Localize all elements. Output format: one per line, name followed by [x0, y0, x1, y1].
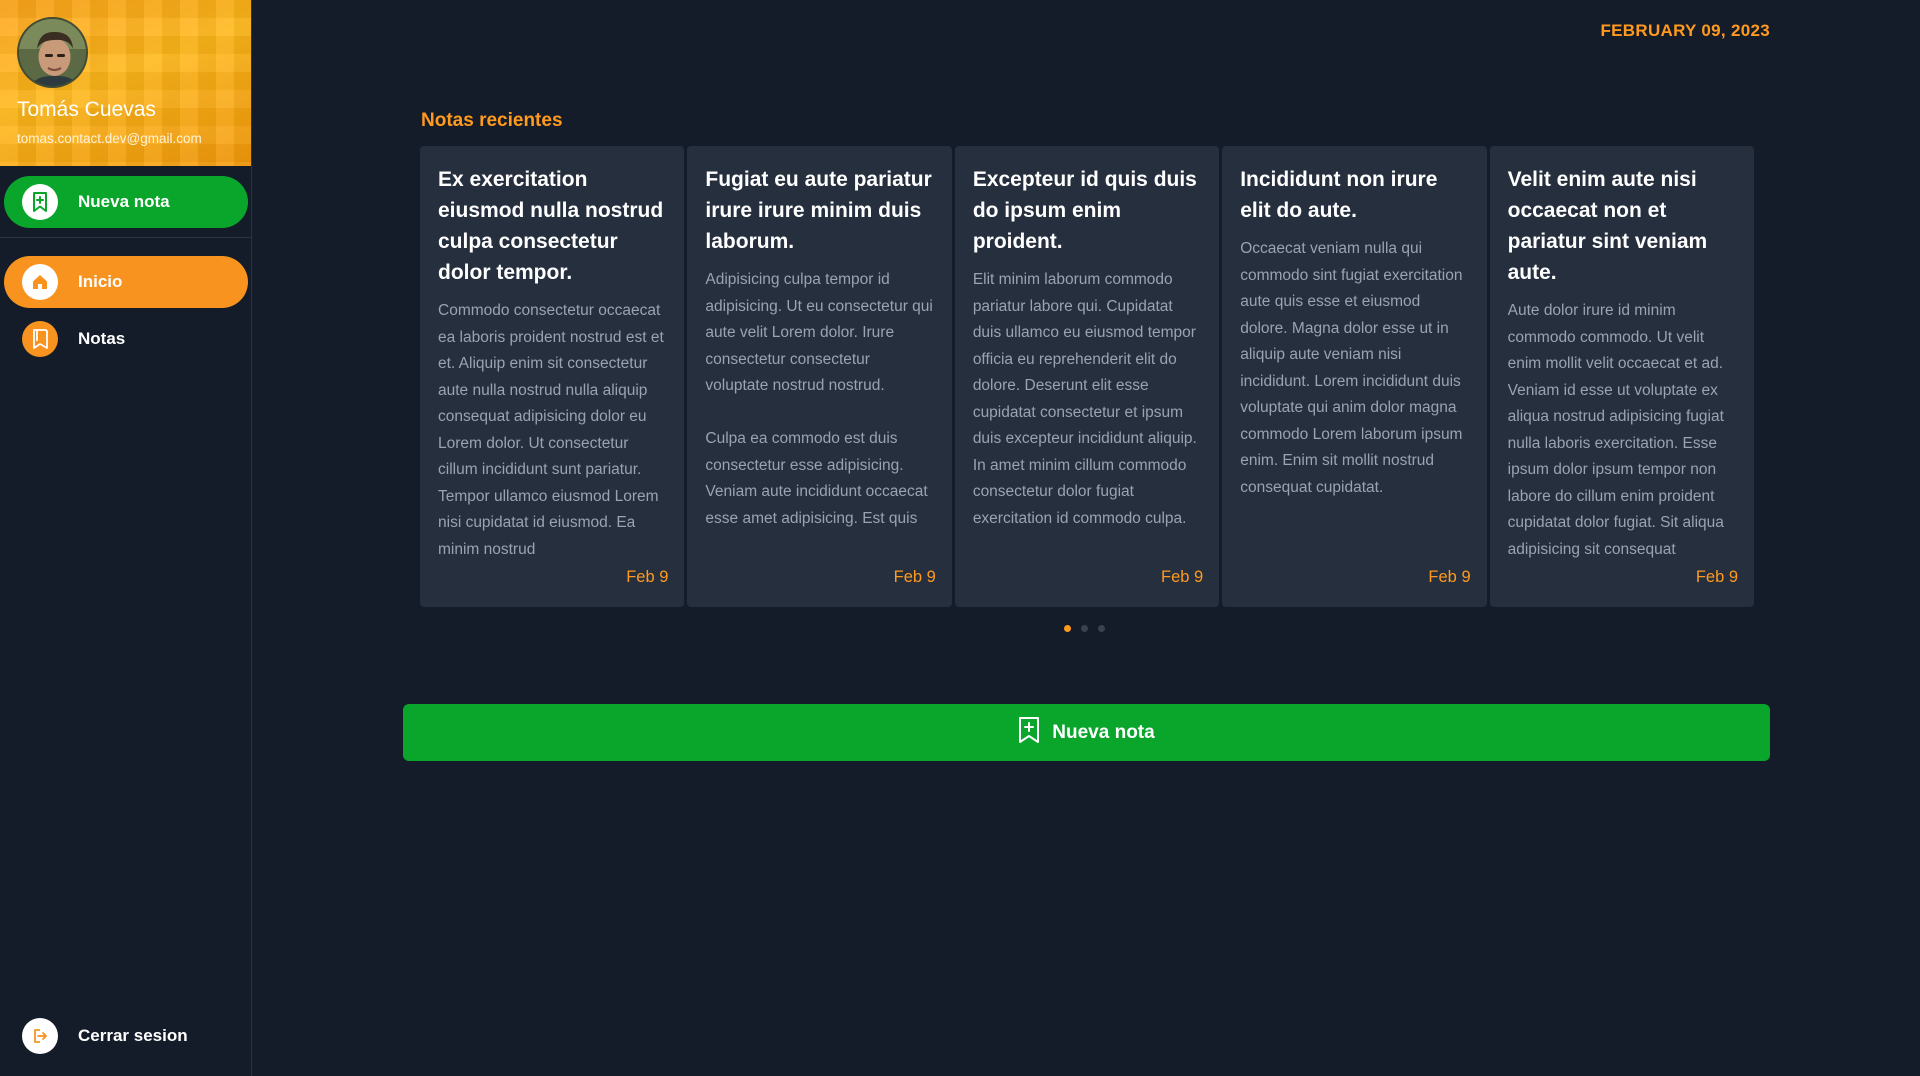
sidebar-item-label: Inicio	[78, 272, 123, 291]
sidebar-item-notas[interactable]: Notas	[4, 313, 248, 365]
sidebar-item-label: Notas	[78, 329, 126, 348]
section-title: Notas recientes	[421, 110, 563, 131]
sidebar: Tomás Cuevas tomas.contact.dev@gmail.com…	[0, 0, 252, 1076]
carousel-pagination	[1064, 625, 1105, 632]
note-title: Incididunt non irure elit do aute.	[1240, 168, 1438, 222]
note-body: Commodo consectetur occaecat ea laboris …	[438, 302, 664, 558]
pagination-dot[interactable]	[1081, 625, 1088, 632]
sidebar-item-inicio[interactable]: Inicio	[4, 256, 248, 308]
logout-button[interactable]: Cerrar sesion	[4, 1010, 248, 1062]
note-date: Feb 9	[893, 568, 936, 586]
note-body: Aute dolor irure id minim commodo commod…	[1507, 302, 1724, 558]
note-title: Excepteur id quis duis do ipsum enim pro…	[972, 168, 1197, 253]
note-body: Occaecat veniam nulla qui commodo sint f…	[1240, 240, 1463, 496]
note-body: Adipisicing culpa tempor id adipisicing.…	[705, 271, 933, 527]
new-note-button-label: Nueva nota	[1052, 721, 1155, 743]
note-date: Feb 9	[1428, 568, 1471, 586]
sidebar-new-note-label: Nueva nota	[78, 192, 170, 211]
current-date: FEBRUARY 09, 2023	[1600, 21, 1770, 40]
new-note-button[interactable]: Nueva nota	[403, 704, 1770, 761]
note-card[interactable]: Incididunt non irure elit do aute. Occae…	[1222, 146, 1487, 607]
avatar[interactable]	[17, 17, 88, 88]
user-email: tomas.contact.dev@gmail.com	[17, 131, 202, 146]
user-name: Tomás Cuevas	[17, 98, 156, 121]
logout-label: Cerrar sesion	[78, 1026, 188, 1045]
note-card[interactable]: Ex exercitation eiusmod nulla nostrud cu…	[420, 146, 685, 607]
sidebar-divider	[0, 237, 252, 238]
note-card[interactable]: Excepteur id quis duis do ipsum enim pro…	[954, 146, 1220, 607]
note-card[interactable]: Velit enim aute nisi occaecat non et par…	[1489, 146, 1755, 607]
pagination-dot[interactable]	[1098, 625, 1105, 632]
bookmark-add-icon	[1018, 716, 1040, 749]
sidebar-new-note-button[interactable]: Nueva nota	[4, 176, 248, 228]
app: Tomás Cuevas tomas.contact.dev@gmail.com…	[0, 0, 1920, 1076]
note-card[interactable]: Fugiat eu aute pariatur irure irure mini…	[687, 146, 952, 607]
note-date: Feb 9	[1161, 568, 1204, 586]
bookmark-add-icon	[22, 184, 58, 220]
note-title: Velit enim aute nisi occaecat non et par…	[1507, 168, 1708, 284]
recent-notes-carousel: Ex exercitation eiusmod nulla nostrud cu…	[420, 146, 1755, 607]
logout-icon	[22, 1018, 58, 1054]
note-date: Feb 9	[626, 568, 669, 586]
note-title: Ex exercitation eiusmod nulla nostrud cu…	[438, 168, 664, 284]
notes-icon	[22, 321, 58, 357]
note-body: Elit minim laborum commodo pariatur labo…	[972, 271, 1197, 527]
pagination-dot[interactable]	[1064, 625, 1071, 632]
profile-header: Tomás Cuevas tomas.contact.dev@gmail.com	[0, 0, 251, 166]
note-date: Feb 9	[1695, 568, 1739, 586]
note-title: Fugiat eu aute pariatur irure irure mini…	[705, 168, 932, 253]
home-icon	[22, 264, 58, 300]
